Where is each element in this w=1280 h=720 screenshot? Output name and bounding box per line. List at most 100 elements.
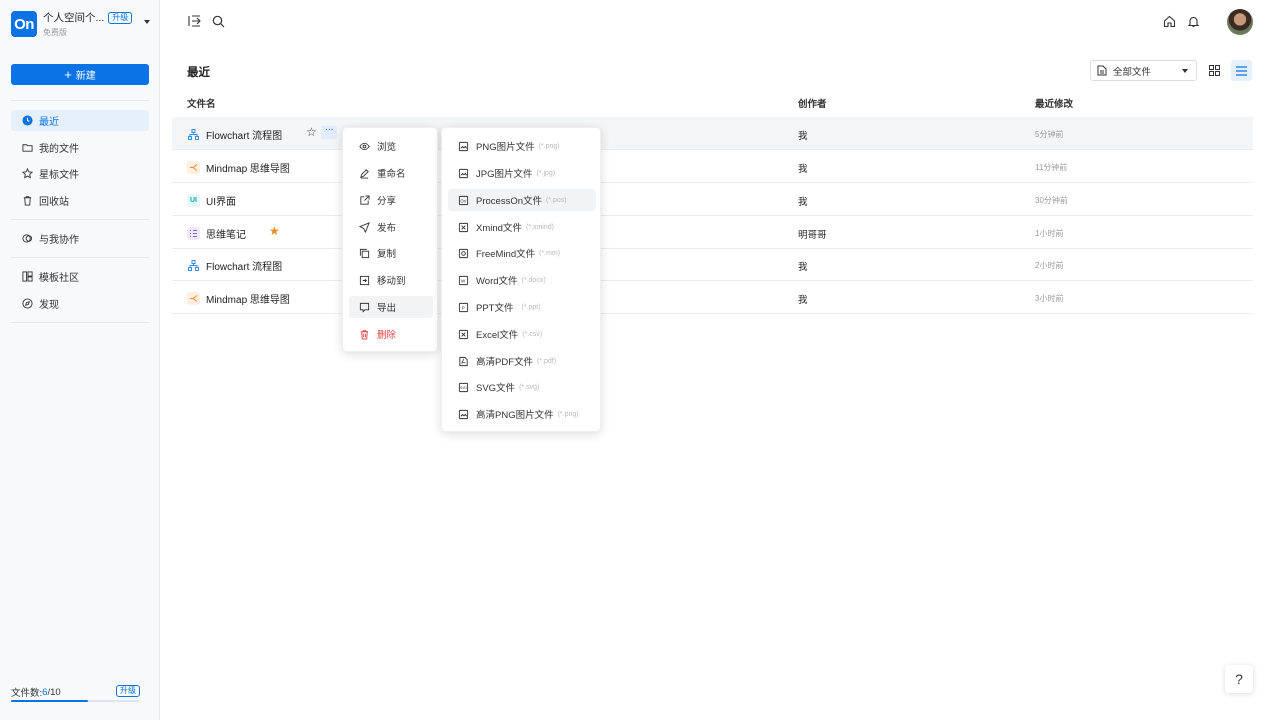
menu-item-delete[interactable]: 删除 xyxy=(349,323,433,345)
help-button[interactable]: ? xyxy=(1225,665,1253,693)
export-item-png[interactable]: PNG图片文件 (*.png) xyxy=(448,135,596,157)
export-icon xyxy=(359,302,370,313)
menu-item-label: 删除 xyxy=(377,330,397,341)
file-name: UI界面 xyxy=(206,197,236,208)
menu-item-move[interactable]: 移动到 xyxy=(349,269,433,291)
footer-upgrade-badge[interactable]: 升级 xyxy=(116,685,140,697)
processon-file-icon: On xyxy=(458,195,469,205)
file-quota-fill xyxy=(11,700,88,702)
export-item-ext: (*.png) xyxy=(538,142,560,150)
menu-item-rename[interactable]: 重命名 xyxy=(349,162,433,184)
menu-item-publish[interactable]: 发布 xyxy=(349,216,433,238)
new-button-label: 新建 xyxy=(75,71,96,82)
star-icon xyxy=(22,168,33,179)
modified-time: 2小时前 xyxy=(1035,261,1064,270)
grid-view-button[interactable] xyxy=(1204,60,1225,81)
export-item-pdf[interactable]: 高清PDF文件 (*.pdf) xyxy=(448,350,596,372)
table-row[interactable]: UI UI界面 我 30分钟前 xyxy=(172,183,1253,216)
export-item-word[interactable]: W Word文件 (*.docx) xyxy=(448,269,596,291)
star-filled-icon[interactable]: ★ xyxy=(269,224,280,238)
file-name: Mindmap 思维导图 xyxy=(206,295,290,306)
file-count-label: 文件数: xyxy=(11,688,43,699)
sidebar-item-recent[interactable]: 最近 xyxy=(11,110,149,131)
menu-item-label: 移动到 xyxy=(377,276,406,287)
column-header-creator[interactable]: 创作者 xyxy=(798,96,827,110)
column-header-modified[interactable]: 最近修改 xyxy=(1035,96,1073,110)
more-options-button[interactable]: ··· xyxy=(321,125,337,139)
export-item-label: 高清PNG图片文件 xyxy=(476,410,554,421)
menu-item-share[interactable]: 分享 xyxy=(349,189,433,211)
sidebar-item-templates[interactable]: 模板社区 xyxy=(11,266,149,287)
export-item-ext: (*.png) xyxy=(557,410,579,418)
menu-item-view[interactable]: 浏览 xyxy=(349,135,433,157)
chevron-down-icon[interactable] xyxy=(144,20,150,24)
move-icon xyxy=(359,275,370,285)
share-icon xyxy=(360,194,370,205)
divider xyxy=(11,100,149,101)
export-item-hd-png[interactable]: 高清PNG图片文件 (*.png) xyxy=(448,403,596,425)
trash-icon xyxy=(23,196,32,206)
menu-item-copy[interactable]: 复制 xyxy=(349,242,433,264)
document-icon xyxy=(1097,65,1107,76)
table-row[interactable]: Flowchart 流程图 我 2小时前 xyxy=(172,248,1253,281)
workspace-switcher[interactable]: On 个人空间个... 升级 免费版 xyxy=(11,10,156,38)
sidebar-item-collab[interactable]: 与我协作 xyxy=(11,228,149,249)
ppt-file-icon: P xyxy=(458,302,469,312)
delete-icon xyxy=(360,329,369,340)
export-item-excel[interactable]: Excel文件 (*.csv) xyxy=(448,323,596,345)
menu-item-label: 发布 xyxy=(377,223,397,234)
menu-item-label: 分享 xyxy=(377,196,397,207)
copy-icon xyxy=(359,248,370,258)
sidebar-item-label: 我的文件 xyxy=(39,144,79,155)
export-item-label: SVG文件 xyxy=(476,383,516,394)
sidebar-item-trash[interactable]: 回收站 xyxy=(11,190,149,211)
clock-icon xyxy=(22,115,33,126)
freemind-file-icon xyxy=(458,248,469,258)
svg-text:W: W xyxy=(461,278,466,283)
sidebar-item-my-files[interactable]: 我的文件 xyxy=(11,137,149,158)
menu-item-export[interactable]: 导出 xyxy=(349,296,433,318)
table-row[interactable]: Mindmap 思维导图 我 3小时前 xyxy=(172,281,1253,314)
pen-icon xyxy=(360,168,369,179)
table-row[interactable]: 思维笔记 ★ 明哥哥 1小时前 xyxy=(172,216,1253,249)
eye-icon xyxy=(359,142,370,150)
export-item-xmind[interactable]: Xmind文件 (*.xmind) xyxy=(448,216,596,238)
list-view-button[interactable] xyxy=(1231,60,1252,81)
file-quota-bar xyxy=(11,700,139,702)
export-item-jpg[interactable]: JPG图片文件 (*.jpg) xyxy=(448,162,596,184)
file-name: Flowchart 流程图 xyxy=(206,262,283,273)
flowchart-icon xyxy=(187,128,200,141)
avatar[interactable] xyxy=(1227,9,1253,35)
export-item-svg[interactable]: SVG SVG文件 (*.svg) xyxy=(448,376,596,398)
column-header-name[interactable]: 文件名 xyxy=(187,96,216,110)
collapse-sidebar-icon[interactable] xyxy=(187,14,201,28)
search-icon[interactable] xyxy=(211,14,225,28)
star-outline-icon[interactable]: ☆ xyxy=(306,125,317,139)
sidebar-item-label: 与我协作 xyxy=(39,235,79,246)
sidebar-item-discover[interactable]: 发现 xyxy=(11,293,149,314)
export-item-label: JPG图片文件 xyxy=(476,169,533,180)
upgrade-badge[interactable]: 升级 xyxy=(108,11,133,24)
table-row[interactable]: Flowchart 流程图 ☆ ··· 我 5分钟前 xyxy=(172,117,1253,150)
modified-time: 5分钟前 xyxy=(1035,130,1064,139)
home-icon[interactable] xyxy=(1162,14,1176,28)
image-file-icon xyxy=(458,409,469,419)
export-item-ext: (*.pdf) xyxy=(537,357,557,365)
export-item-ppt[interactable]: P PPT文件 (*.ppt) xyxy=(448,296,596,318)
workspace-name: 个人空间个... xyxy=(43,12,105,24)
table-row[interactable]: Mindmap 思维导图 我 11分钟前 xyxy=(172,150,1253,183)
divider xyxy=(11,257,149,258)
file-filter-select[interactable]: 全部文件 xyxy=(1090,60,1197,81)
export-item-processon[interactable]: On ProcessOn文件 (*.pos) xyxy=(448,189,596,211)
page-title: 最近 xyxy=(187,67,210,79)
sidebar-item-starred[interactable]: 星标文件 xyxy=(11,163,149,184)
word-file-icon: W xyxy=(458,275,469,285)
image-file-icon xyxy=(458,141,469,151)
creator: 我 xyxy=(798,295,808,306)
export-item-label: FreeMind文件 xyxy=(476,249,536,260)
export-item-freemind[interactable]: FreeMind文件 (*.mm) xyxy=(448,242,596,264)
new-button[interactable]: + 新建 xyxy=(11,64,149,85)
sidebar-item-label: 星标文件 xyxy=(39,170,79,181)
modified-time: 30分钟前 xyxy=(1035,196,1068,205)
bell-icon[interactable] xyxy=(1186,14,1200,28)
